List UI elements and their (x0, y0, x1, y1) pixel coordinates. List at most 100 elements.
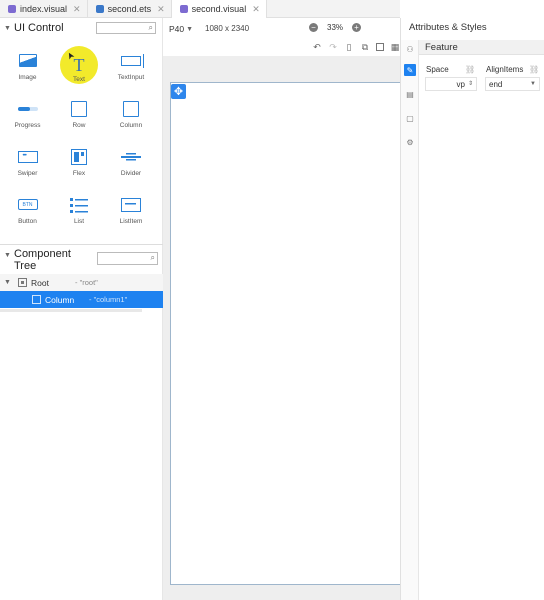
textinput-icon (121, 53, 144, 68)
caret-down-icon[interactable]: ▼ (4, 252, 14, 259)
alignitems-value: end (489, 79, 503, 89)
palette-item-text[interactable]: T Text (53, 42, 105, 90)
palette-item-textinput[interactable]: TextInput (105, 42, 157, 90)
search-icon: ⌕ (150, 253, 155, 262)
root-node-icon (18, 278, 27, 287)
palette-item-list[interactable]: List (53, 186, 105, 234)
caret-down-icon[interactable]: ▼ (4, 25, 14, 32)
panel-divider (0, 244, 163, 245)
flex-icon (71, 148, 87, 165)
search-icon: ⌕ (148, 23, 153, 32)
component-tree-header[interactable]: ▼ Component Tree ⌕ (0, 246, 163, 272)
section-title: Component Tree (14, 248, 71, 272)
close-icon[interactable]: ✕ (73, 4, 81, 15)
palette-label: Flex (72, 169, 86, 177)
app-window: index.visual ✕ second.ets ✕ second.visua… (0, 0, 544, 600)
tree-node-column[interactable]: Column - "column1" (0, 291, 163, 308)
section-title: UI Control (14, 22, 64, 34)
ui-control-search-input[interactable]: ⌕ (96, 22, 156, 34)
button-glyph: BTN (22, 201, 33, 208)
close-icon[interactable]: ✕ (252, 4, 260, 15)
palette-label: ListItem (119, 217, 143, 225)
tab-index-visual[interactable]: index.visual ✕ (0, 0, 88, 18)
palette-label: Text (73, 76, 85, 83)
component-tree-search-input[interactable]: ⌕ (97, 252, 158, 265)
panel-title: Attributes & Styles (409, 22, 487, 33)
attributes-rail-top-icon[interactable]: ⚇ (404, 43, 416, 55)
visual-file-icon (8, 5, 16, 13)
palette-label: Row (72, 121, 86, 129)
chevron-down-icon: ▼ (530, 81, 536, 87)
palette-item-column[interactable]: Column (105, 90, 157, 138)
preview-icon[interactable]: ⧉ (360, 42, 370, 52)
component-palette: Image T Text TextInput Progress Row Colu… (0, 42, 163, 234)
palette-label: Column (119, 121, 143, 129)
device-select[interactable]: P40 ▼ (169, 24, 193, 34)
layout-icon[interactable]: ▦ (390, 42, 400, 52)
palette-label: Divider (120, 169, 142, 177)
link-icon[interactable]: ⛓ (465, 65, 475, 74)
move-icon[interactable]: ✥ (171, 84, 186, 99)
tree-node-root[interactable]: ▼ Root - "root" (0, 274, 163, 291)
wireframe-icon[interactable] (376, 43, 384, 51)
editor-tabs: index.visual ✕ second.ets ✕ second.visua… (0, 0, 400, 18)
close-icon[interactable]: ✕ (157, 4, 165, 15)
device-name: P40 (169, 24, 185, 34)
visual-file-icon (179, 5, 188, 13)
device-preview-frame[interactable] (170, 82, 401, 585)
attributes-rail: ✎ ▤ ▢ ⚙ (401, 40, 419, 600)
feature-section-header: Feature (419, 40, 544, 55)
redo-icon[interactable]: ↷ (328, 42, 338, 52)
listitem-icon (121, 197, 141, 212)
tree-horizontal-scrollbar[interactable] (0, 309, 142, 312)
tab-label: second.ets (107, 4, 152, 14)
palette-label: Image (18, 73, 37, 81)
settings-tab-icon[interactable]: ⚙ (404, 136, 416, 148)
palette-item-listitem[interactable]: ListItem (105, 186, 157, 234)
column-node-icon (32, 295, 41, 304)
tree-node-name: Root (31, 277, 49, 288)
palette-label: Button (18, 217, 37, 225)
zoom-in-icon[interactable]: + (352, 23, 362, 32)
palette-label: Swiper (17, 169, 38, 177)
palette-item-button[interactable]: BTN Button (2, 186, 53, 234)
ui-control-header[interactable]: ▼ UI Control ⌕ (0, 18, 162, 38)
palette-item-image[interactable]: Image (2, 42, 53, 90)
feature-tab-icon[interactable]: ✎ (404, 64, 416, 76)
text-glyph: T (73, 54, 85, 75)
space-unit: vp (456, 79, 465, 89)
stepper-icon[interactable]: ⇕ (468, 81, 473, 87)
design-canvas: ✥ (163, 56, 416, 600)
zoom-control: − 33% + (309, 23, 362, 32)
caret-down-icon[interactable]: ▼ (4, 279, 14, 286)
tab-second-ets[interactable]: second.ets ✕ (88, 0, 172, 18)
palette-item-progress[interactable]: Progress (2, 90, 53, 138)
canvas-toolbar: P40 ▼ 1080 x 2340 − 33% + ↶ ↷ ▯ ⧉ ▦ (163, 18, 400, 56)
style-tab-icon[interactable]: ▤ (404, 88, 416, 100)
tab-label: second.visual (191, 4, 247, 14)
palette-item-divider[interactable]: Divider (105, 138, 157, 186)
layout-tab-icon[interactable]: ▢ (404, 112, 416, 124)
palette-item-row[interactable]: Row (53, 90, 105, 138)
image-icon (18, 54, 37, 67)
palette-item-flex[interactable]: Flex (53, 138, 105, 186)
attributes-panel: Attributes & Styles ✎ ▤ ▢ ⚙ ⚇ Feature Sp… (400, 18, 544, 600)
ets-file-icon (95, 5, 104, 13)
toolbar-icons: ↶ ↷ ▯ ⧉ ▦ (312, 42, 400, 52)
zoom-level: 33% (327, 23, 344, 32)
link-icon[interactable]: ⛓ (529, 65, 539, 74)
palette-label: TextInput (117, 73, 145, 81)
alignitems-select[interactable]: end ▼ (485, 77, 540, 91)
undo-icon[interactable]: ↶ (312, 42, 322, 52)
palette-label: Progress (14, 121, 41, 129)
palette-item-swiper[interactable]: Swiper (2, 138, 53, 186)
tab-second-visual[interactable]: second.visual ✕ (171, 0, 267, 18)
column-icon (123, 100, 139, 117)
space-input[interactable]: vp ⇕ (425, 77, 477, 91)
chevron-down-icon: ▼ (186, 25, 194, 33)
tree-node-name: Column (45, 294, 75, 305)
zoom-out-icon[interactable]: − (309, 23, 318, 32)
tree-node-id: - "root" (75, 278, 98, 287)
row-icon (71, 100, 87, 117)
device-rotate-icon[interactable]: ▯ (344, 42, 354, 52)
